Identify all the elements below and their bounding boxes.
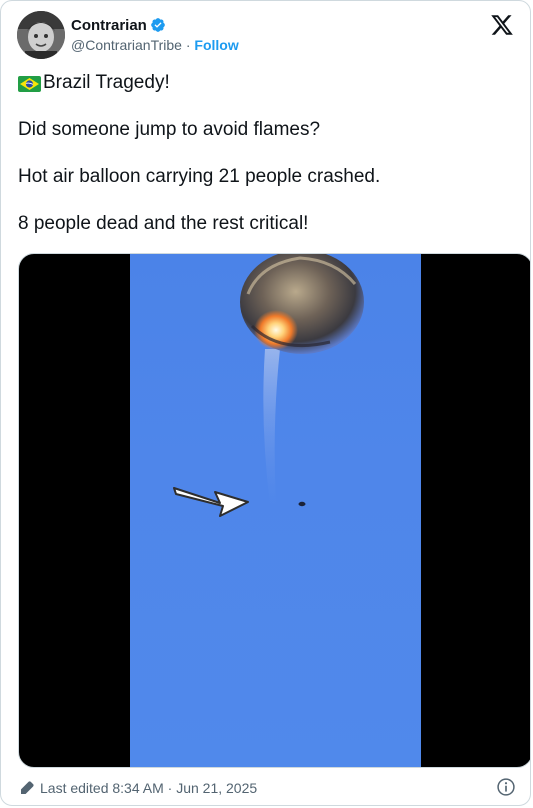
tweet-line-4: 8 people dead and the rest critical!: [18, 213, 309, 234]
tweet-header: Contrarian @ContrarianTribe · Follow: [17, 11, 518, 63]
tweet-line-1: Brazil Tragedy!: [18, 71, 514, 95]
tweet-card[interactable]: Contrarian @ContrarianTribe · Follow Bra: [0, 0, 531, 806]
tweet-line-1-text: Brazil Tragedy!: [43, 72, 170, 93]
last-edited-text[interactable]: Last edited 8:34 AM · Jun 21, 2025: [40, 780, 257, 796]
arrow-annotation-icon: [173, 487, 249, 517]
video-media[interactable]: [18, 253, 530, 768]
tweet-text: Brazil Tragedy! Did someone jump to avoi…: [18, 71, 514, 259]
edit-pencil-icon: [21, 781, 34, 794]
display-name[interactable]: Contrarian: [71, 17, 147, 34]
follow-button[interactable]: Follow: [194, 37, 238, 53]
avatar[interactable]: [17, 11, 65, 59]
tweet-line-2: Did someone jump to avoid flames?: [18, 119, 321, 140]
smoke-trail: [263, 349, 280, 504]
falling-figure: [298, 501, 306, 507]
handle-separator: ·: [185, 37, 191, 53]
verified-badge-icon: [150, 17, 166, 33]
tweet-footer: Last edited 8:34 AM · Jun 21, 2025: [19, 777, 518, 799]
tweet-line-3: Hot air balloon carrying 21 people crash…: [18, 166, 381, 187]
video-frame: [130, 254, 421, 767]
author-names: Contrarian @ContrarianTribe · Follow: [71, 15, 239, 55]
x-logo-icon[interactable]: [490, 13, 514, 37]
info-icon[interactable]: [496, 777, 516, 797]
handle[interactable]: @ContrarianTribe: [71, 37, 182, 53]
brazil-flag-icon: [18, 75, 41, 92]
